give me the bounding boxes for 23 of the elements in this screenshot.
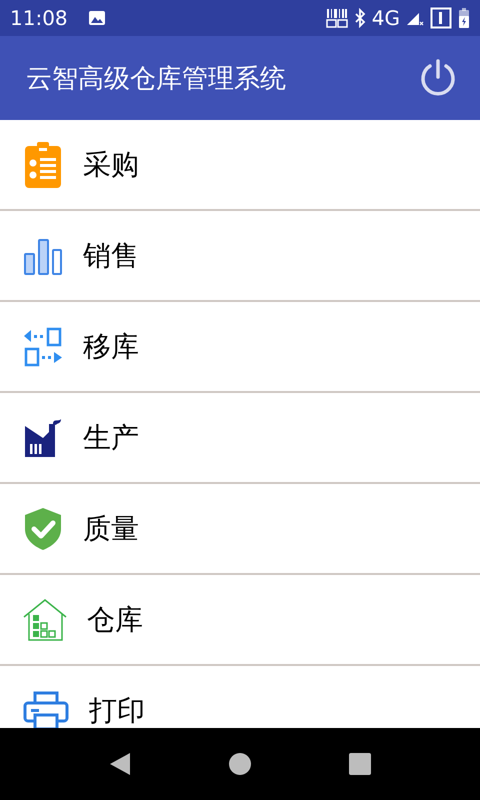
printer-icon [23, 690, 69, 728]
transfer-arrows-icon [23, 326, 63, 366]
warehouse-icon [23, 598, 67, 642]
battery-icon [458, 7, 470, 29]
shield-check-icon [23, 506, 63, 550]
menu-item[interactable]: 销售 [0, 211, 480, 302]
home-icon[interactable] [228, 752, 252, 776]
clock-time: 11:08 [10, 6, 68, 30]
menu-item[interactable]: 质量 [0, 484, 480, 575]
app-title: 云智高级仓库管理系统 [26, 62, 286, 96]
barcode-icon [326, 8, 348, 28]
menu-item[interactable]: 仓库 [0, 575, 480, 666]
sim-card-icon [430, 7, 452, 29]
network-type: 4G [372, 6, 400, 30]
back-icon[interactable] [108, 752, 132, 776]
menu-item[interactable]: 生产 [0, 393, 480, 484]
menu-item[interactable]: 移库 [0, 302, 480, 393]
bluetooth-icon [354, 8, 366, 28]
recents-icon[interactable] [348, 752, 372, 776]
factory-icon [23, 418, 63, 458]
menu-item[interactable]: 采购 [0, 120, 480, 211]
clipboard-icon [23, 140, 63, 188]
image-icon [88, 10, 106, 26]
